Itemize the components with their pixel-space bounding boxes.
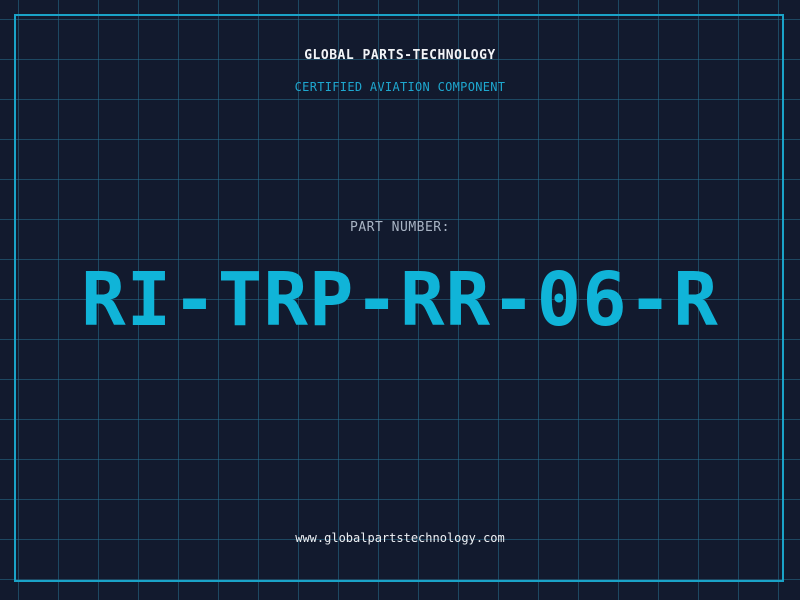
- certification-subtitle: CERTIFIED AVIATION COMPONENT: [294, 80, 506, 94]
- part-number-label: PART NUMBER:: [350, 220, 450, 235]
- company-name: GLOBAL PARTS-TECHNOLOGY: [304, 48, 496, 63]
- part-number-value: RI-TRP-RR-06-R: [81, 257, 719, 343]
- website-url: www.globalpartstechnology.com: [295, 531, 505, 545]
- part-label-card: GLOBAL PARTS-TECHNOLOGY CERTIFIED AVIATI…: [0, 0, 800, 600]
